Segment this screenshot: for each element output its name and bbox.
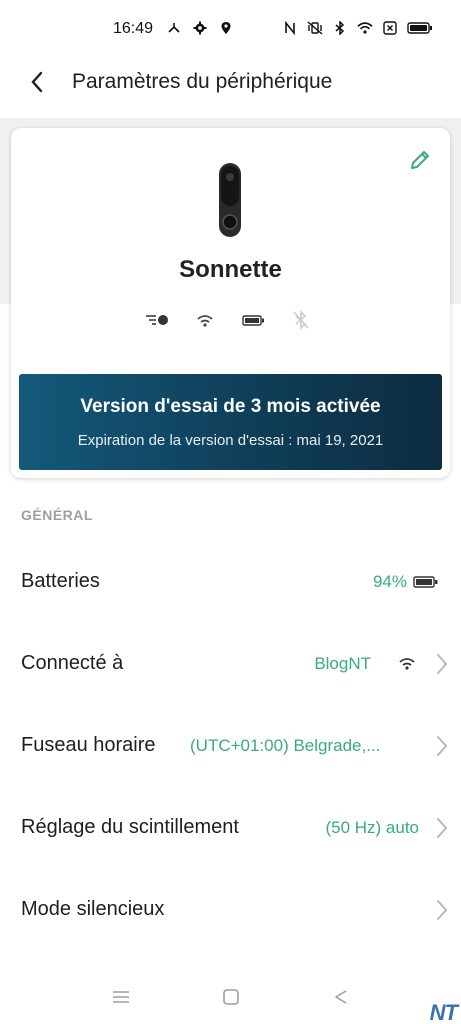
setting-label: Réglage du scintillement: [21, 816, 239, 838]
setting-label: Connecté à: [21, 652, 124, 674]
setting-row-flicker[interactable]: Réglage du scintillement (50 Hz) auto: [0, 798, 461, 858]
wifi-icon: [357, 20, 373, 36]
edit-device-button[interactable]: [408, 148, 432, 172]
setting-label: Fuseau horaire: [21, 734, 156, 756]
back-button[interactable]: [22, 67, 52, 97]
wifi-icon: [398, 656, 416, 675]
status-left-icons: [166, 20, 234, 36]
setting-row-silent-mode[interactable]: Mode silencieux: [0, 880, 461, 940]
trial-expiration: Expiration de la version d'essai : mai 1…: [77, 432, 384, 449]
nfc-icon: [282, 20, 298, 36]
trial-title: Version d'essai de 3 mois activée: [80, 396, 381, 417]
setting-row-connected[interactable]: Connecté à BlogNT: [0, 634, 461, 694]
watermark-logo: NT: [429, 1000, 458, 1024]
battery-icon: [407, 20, 433, 36]
section-title-general: GÉNÉRAL: [21, 507, 93, 523]
doorbell-image: [218, 162, 242, 238]
battery-status-icon: [240, 311, 266, 329]
flicker-value: (50 Hz) auto: [325, 818, 419, 837]
device-card: Sonnette Version d'essai de 3 mois activ…: [11, 128, 450, 478]
network-name-value: BlogNT: [314, 654, 371, 673]
status-right-icons: [282, 20, 433, 36]
setting-label: Mode silencieux: [21, 898, 165, 920]
setting-label: Batteries: [21, 570, 100, 592]
home-button[interactable]: [218, 984, 244, 1010]
system-back-button[interactable]: [328, 984, 354, 1010]
location-icon: [218, 20, 234, 36]
status-time: 16:49: [113, 20, 154, 37]
system-nav-bar: [0, 978, 461, 1024]
device-name: Sonnette: [179, 256, 282, 283]
bluetooth-muted-icon: [288, 310, 314, 330]
route-icon: [166, 20, 182, 36]
bluetooth-icon: [332, 20, 348, 36]
vibrate-icon: [307, 20, 323, 36]
setting-row-timezone[interactable]: Fuseau horaire (UTC+01:00) Belgrade,...: [0, 716, 461, 776]
app-header: Paramètres du périphérique: [0, 58, 461, 108]
trial-banner[interactable]: Version d'essai de 3 mois activée Expira…: [19, 374, 442, 470]
pencil-icon: [411, 151, 429, 169]
chevron-right-icon: [437, 736, 448, 756]
menu-icon: [113, 991, 129, 1003]
home-icon: [223, 989, 239, 1005]
chevron-left-icon: [31, 71, 43, 93]
setting-row-batteries[interactable]: Batteries 94%: [0, 552, 461, 612]
chevron-right-icon: [437, 818, 448, 838]
chevron-right-icon: [437, 900, 448, 920]
motion-icon: [144, 311, 170, 329]
gear-icon: [192, 20, 208, 36]
page-title: Paramètres du périphérique: [72, 70, 333, 93]
menu-button[interactable]: [108, 984, 134, 1010]
back-triangle-icon: [335, 990, 347, 1004]
device-status-icons: [144, 310, 314, 330]
chevron-right-icon: [437, 654, 448, 674]
sim-icon: [382, 20, 398, 36]
battery-level-value: 94%: [372, 572, 407, 591]
battery-icon: [413, 574, 439, 595]
timezone-value: (UTC+01:00) Belgrade,...: [190, 736, 381, 755]
status-bar: 16:49: [0, 0, 461, 58]
wifi-status-icon: [192, 311, 218, 329]
